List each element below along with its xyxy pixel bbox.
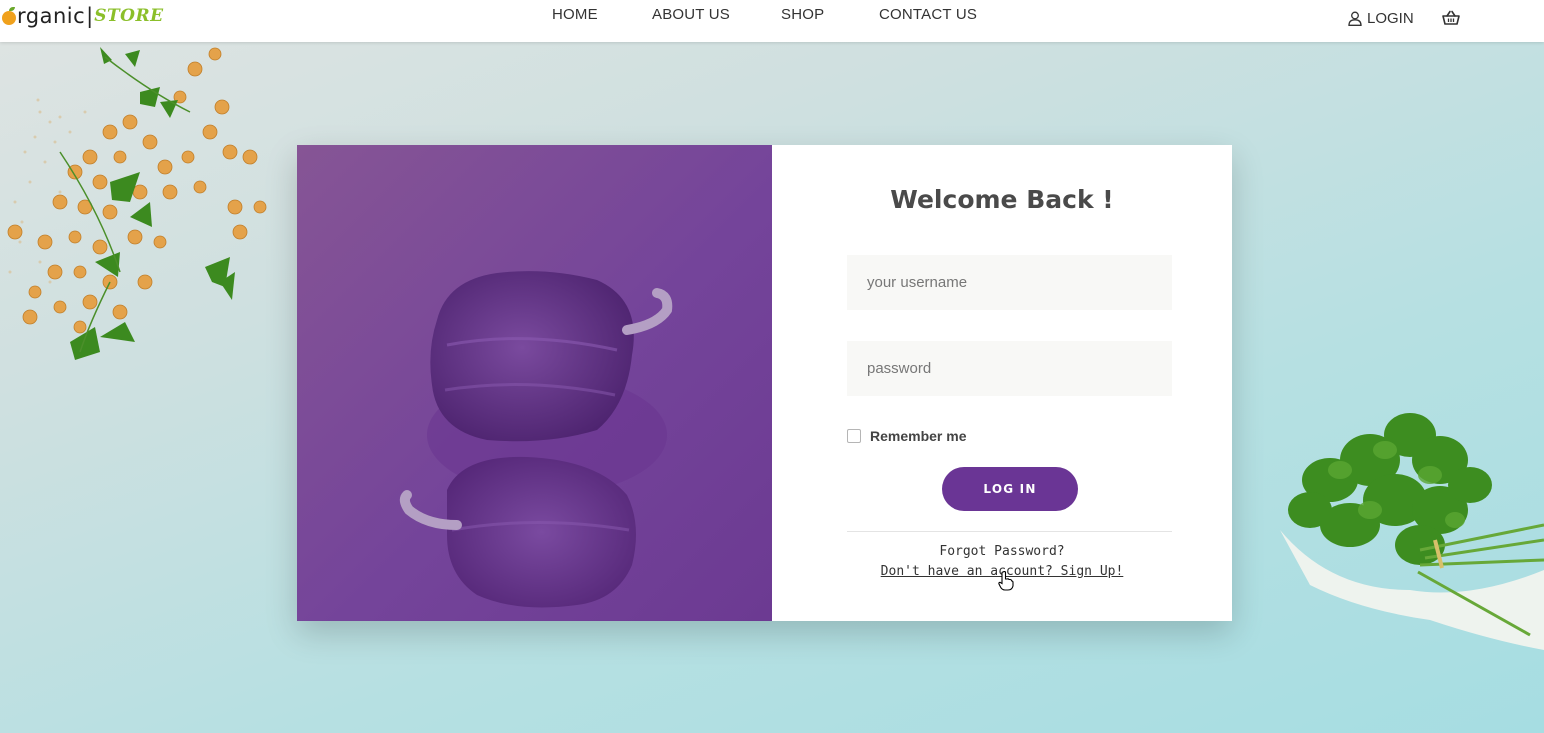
username-input[interactable] <box>847 255 1172 310</box>
login-button[interactable]: LOG IN <box>942 467 1078 511</box>
remember-me-checkbox[interactable] <box>847 429 861 443</box>
user-icon <box>1348 11 1362 26</box>
chickpeas-parsley-decoration <box>7 47 267 360</box>
cart-button[interactable] <box>1442 10 1460 31</box>
nav-contact-us[interactable]: CONTACT US <box>879 6 977 23</box>
top-navigation-bar: rganic | STORE HOME ABOUT US SHOP CONTAC… <box>0 0 1544 42</box>
nav-home[interactable]: HOME <box>552 6 598 23</box>
parsley-bunch-decoration <box>1280 413 1544 650</box>
remember-me-label: Remember me <box>870 428 967 444</box>
bell-peppers-image <box>297 145 772 621</box>
forgot-password-link[interactable]: Forgot Password? <box>772 544 1232 559</box>
logo-word-organic: rganic <box>17 4 86 28</box>
orange-logo-icon <box>2 6 16 25</box>
nav-shop[interactable]: SHOP <box>781 6 824 23</box>
logo-separator: | <box>86 4 94 28</box>
login-form: Welcome Back ! Remember me LOG IN Forgot… <box>772 145 1232 621</box>
basket-icon <box>1442 10 1460 25</box>
hand-cursor-icon <box>998 571 1014 591</box>
welcome-title: Welcome Back ! <box>890 185 1114 214</box>
header-login-link[interactable]: LOGIN <box>1348 10 1414 27</box>
logo-word-store: STORE <box>94 6 164 26</box>
login-card: Welcome Back ! Remember me LOG IN Forgot… <box>297 145 1232 621</box>
password-input[interactable] <box>847 341 1172 396</box>
store-logo[interactable]: rganic | STORE <box>2 2 164 30</box>
form-divider <box>847 531 1172 532</box>
nav-about-us[interactable]: ABOUT US <box>652 6 730 23</box>
remember-me-row[interactable]: Remember me <box>847 428 967 444</box>
header-login-label: LOGIN <box>1367 10 1414 27</box>
